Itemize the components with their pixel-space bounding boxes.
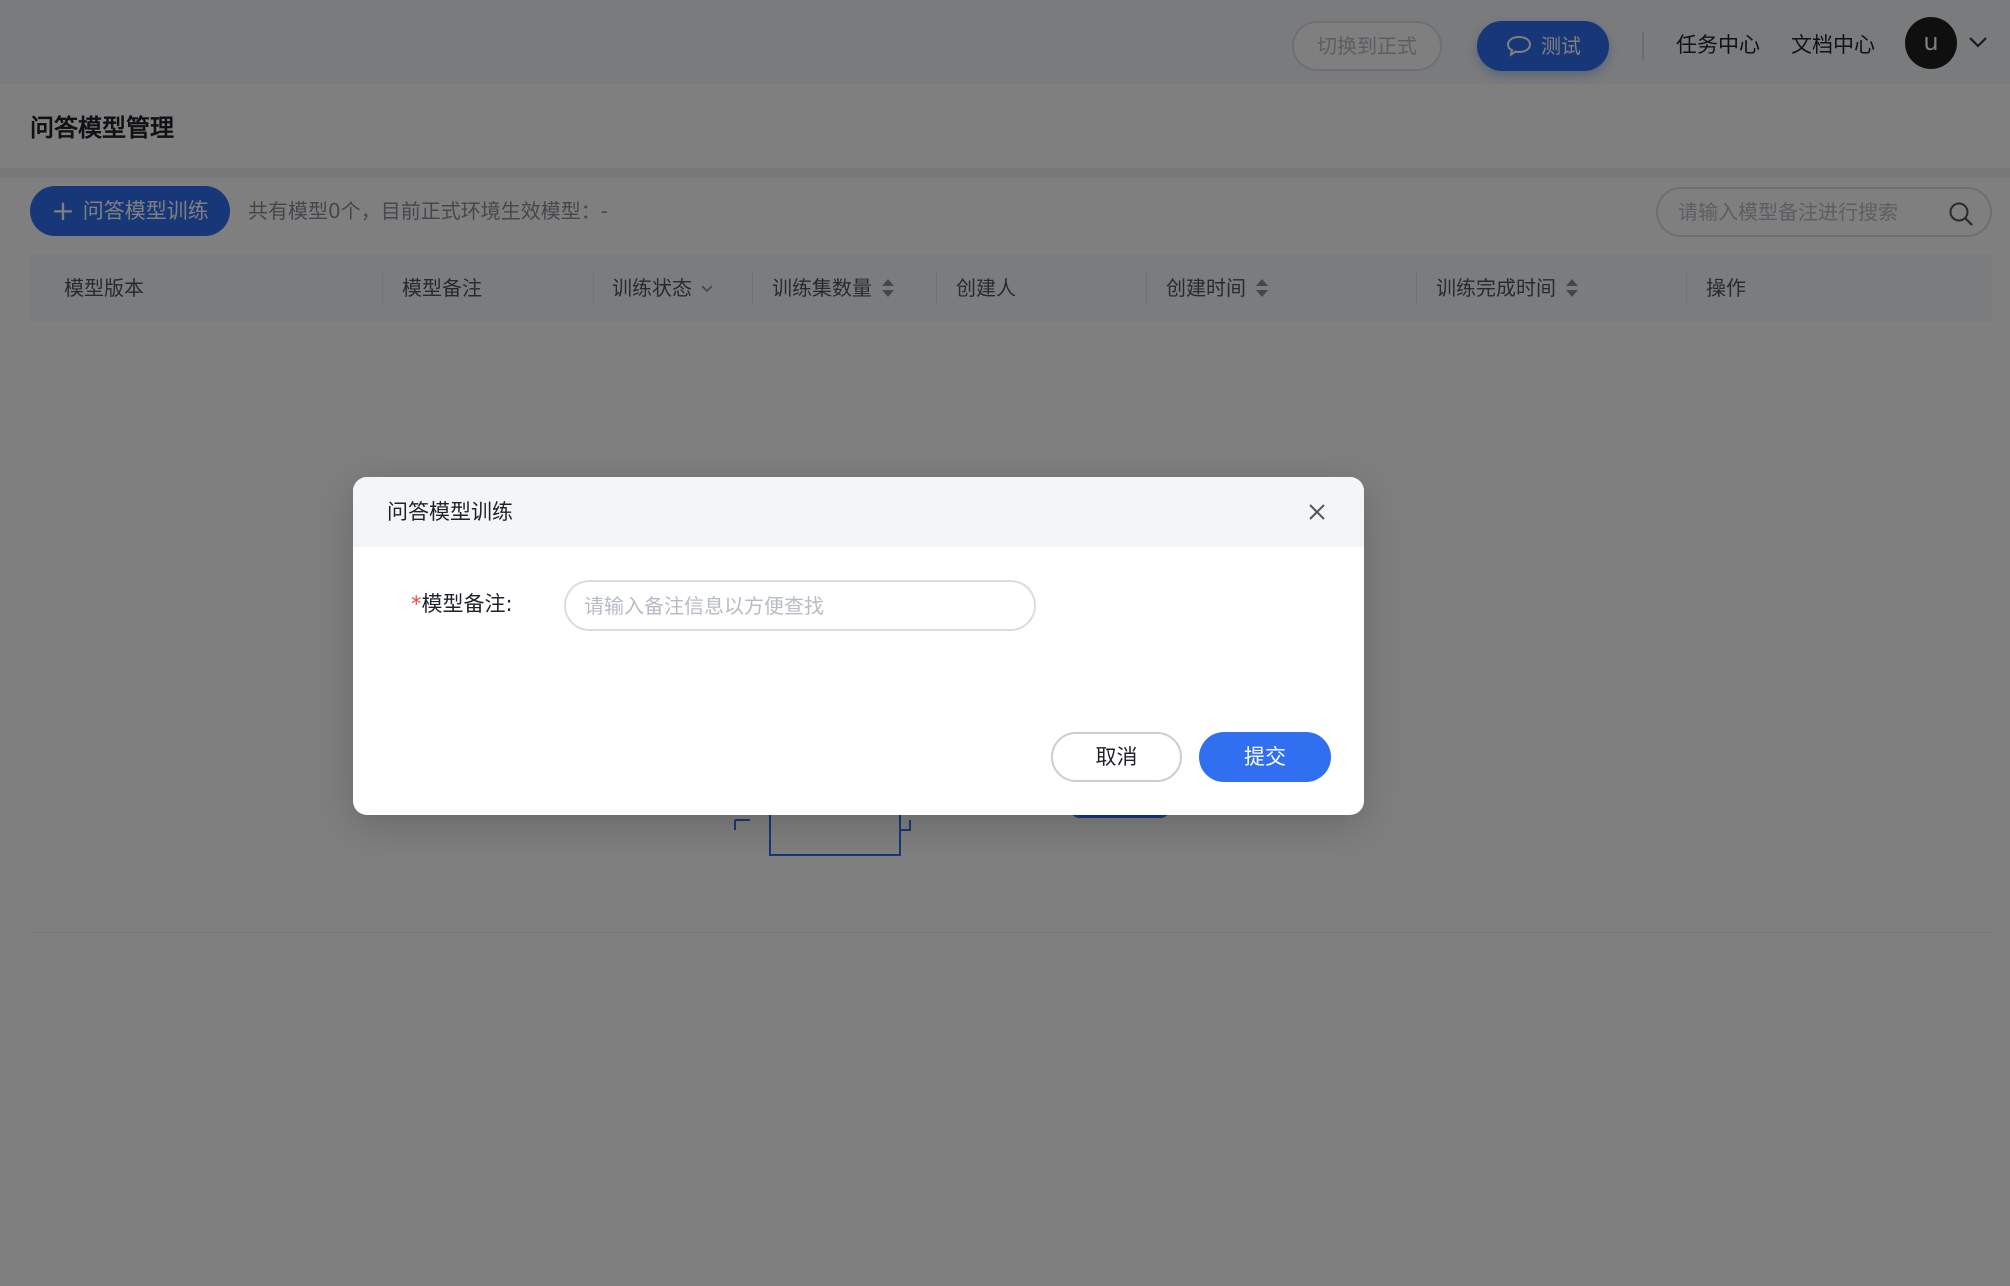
remark-field-label-text: 模型备注: <box>421 592 513 616</box>
remark-input[interactable] <box>584 592 1014 620</box>
required-mark: * <box>411 592 422 616</box>
cancel-button[interactable]: 取消 <box>1051 732 1182 782</box>
remark-field-label: *模型备注: <box>411 589 513 619</box>
dialog-header: 问答模型训练 <box>353 477 1364 547</box>
train-model-dialog: 问答模型训练 *模型备注: 取消 提交 <box>353 477 1364 815</box>
close-icon[interactable] <box>1306 501 1328 523</box>
remark-field[interactable] <box>564 580 1036 631</box>
submit-button[interactable]: 提交 <box>1199 732 1331 782</box>
dialog-title: 问答模型训练 <box>387 500 513 524</box>
